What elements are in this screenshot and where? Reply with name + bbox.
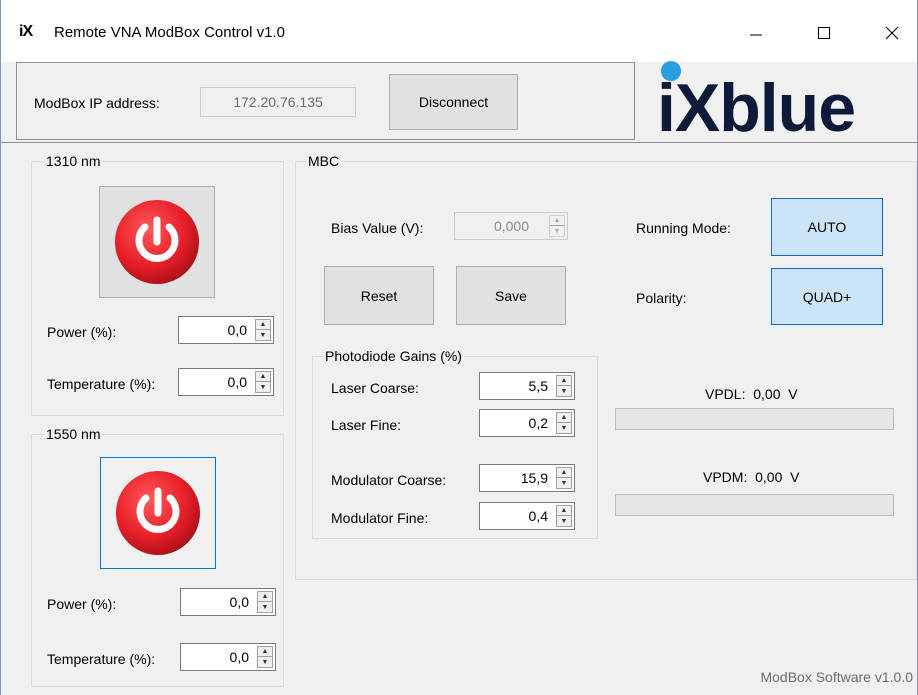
vpdl-label: VPDL: <box>705 386 746 402</box>
spin-buttons: ▲ ▼ <box>255 371 271 393</box>
spin-down-icon[interactable]: ▼ <box>557 423 571 433</box>
vpdl-progress-bar <box>615 408 894 430</box>
laser-coarse-input[interactable]: 5,5 ▲ ▼ <box>479 372 575 400</box>
laser-1550-power-button[interactable] <box>100 457 216 569</box>
modulator-fine-label: Modulator Fine: <box>331 510 429 526</box>
spin-up-icon[interactable]: ▲ <box>258 647 272 657</box>
modulator-fine-input[interactable]: 0,4 ▲ ▼ <box>479 502 575 530</box>
laser-fine-input[interactable]: 0,2 ▲ ▼ <box>479 409 575 437</box>
spin-buttons: ▲ ▼ <box>257 591 273 613</box>
running-mode-button[interactable]: AUTO <box>771 198 883 256</box>
vpdl-unit: V <box>788 386 798 402</box>
bias-value-input[interactable]: 0,000 ▲ ▼ <box>454 212 568 240</box>
laser-1550-power-input[interactable]: 0,0 ▲ ▼ <box>180 588 276 616</box>
spin-buttons: ▲ ▼ <box>556 412 572 434</box>
close-button[interactable] <box>869 14 915 52</box>
vpdm-label: VPDM: <box>703 469 748 485</box>
modulator-coarse-input[interactable]: 15,9 ▲ ▼ <box>479 464 575 492</box>
running-mode-label: Running Mode: <box>636 220 731 236</box>
spin-down-icon[interactable]: ▼ <box>258 602 272 612</box>
vpdm-unit: V <box>790 469 800 485</box>
spin-buttons: ▲ ▼ <box>549 215 565 237</box>
laser-1550-title: 1550 nm <box>44 426 103 442</box>
laser-fine-value: 0,2 <box>528 415 548 431</box>
spin-up-icon[interactable]: ▲ <box>557 468 571 478</box>
laser-1550-power-value: 0,0 <box>229 594 249 610</box>
maximize-icon <box>818 27 830 39</box>
laser-1550-power-label: Power (%): <box>47 596 117 612</box>
modulator-coarse-label: Modulator Coarse: <box>331 472 447 488</box>
ip-address-label: ModBox IP address: <box>34 95 160 111</box>
laser-1310-temperature-input[interactable]: 0,0 ▲ ▼ <box>178 368 274 396</box>
spin-up-icon[interactable]: ▲ <box>550 216 564 226</box>
photodiode-gains-title: Photodiode Gains (%) <box>323 348 464 364</box>
modulator-coarse-value: 15,9 <box>520 470 548 486</box>
vpdm-readout: VPDM: 0,00 V <box>703 468 800 486</box>
spin-up-icon[interactable]: ▲ <box>557 413 571 423</box>
laser-1310-power-button[interactable] <box>99 186 215 298</box>
spin-up-icon[interactable]: ▲ <box>557 376 571 386</box>
reset-button[interactable]: Reset <box>324 266 434 325</box>
ixblue-logo: iXblue <box>657 58 918 146</box>
polarity-button[interactable]: QUAD+ <box>771 268 883 325</box>
spin-buttons: ▲ ▼ <box>255 319 271 341</box>
connection-panel: ModBox IP address: 172.20.76.135 Disconn… <box>16 62 635 140</box>
laser-1550-temperature-input[interactable]: 0,0 ▲ ▼ <box>180 643 276 671</box>
power-icon <box>115 200 199 284</box>
save-button[interactable]: Save <box>456 266 566 325</box>
software-version: ModBox Software v1.0.0 <box>760 669 913 685</box>
vpdl-value: 0,00 <box>753 386 781 402</box>
laser-1310-temperature-label: Temperature (%): <box>47 376 156 392</box>
spin-down-icon[interactable]: ▼ <box>256 382 270 392</box>
spin-up-icon[interactable]: ▲ <box>256 320 270 330</box>
spin-buttons: ▲ ▼ <box>556 505 572 527</box>
title-bar: iX Remote VNA ModBox Control v1.0 <box>1 0 917 62</box>
spin-down-icon[interactable]: ▼ <box>258 657 272 667</box>
close-icon <box>885 26 899 40</box>
minimize-icon <box>750 34 762 36</box>
maximize-button[interactable] <box>801 14 847 52</box>
laser-1550-temperature-label: Temperature (%): <box>47 651 156 667</box>
power-icon <box>116 471 200 555</box>
laser-coarse-label: Laser Coarse: <box>331 380 419 396</box>
spin-down-icon[interactable]: ▼ <box>256 330 270 340</box>
app-icon: iX <box>19 23 33 40</box>
spin-buttons: ▲ ▼ <box>556 467 572 489</box>
svg-text:iXblue: iXblue <box>657 70 855 138</box>
laser-1550-temperature-value: 0,0 <box>229 649 249 665</box>
vpdm-value: 0,00 <box>755 469 783 485</box>
vpdl-readout: VPDL: 0,00 V <box>705 385 798 403</box>
laser-1310-temperature-value: 0,0 <box>227 374 247 390</box>
mbc-title: MBC <box>306 153 342 169</box>
laser-1310-power-label: Power (%): <box>47 324 117 340</box>
spin-buttons: ▲ ▼ <box>257 646 273 668</box>
spin-down-icon[interactable]: ▼ <box>557 386 571 396</box>
spin-down-icon[interactable]: ▼ <box>557 516 571 526</box>
polarity-label: Polarity: <box>636 290 687 306</box>
spin-up-icon[interactable]: ▲ <box>557 506 571 516</box>
bias-value-label: Bias Value (V): <box>331 220 424 236</box>
laser-1310-title: 1310 nm <box>44 153 103 169</box>
bias-value: 0,000 <box>493 218 529 234</box>
spin-down-icon[interactable]: ▼ <box>557 478 571 488</box>
window-title: Remote VNA ModBox Control v1.0 <box>54 24 285 41</box>
laser-1310-power-value: 0,0 <box>227 322 247 338</box>
laser-coarse-value: 5,5 <box>528 378 548 394</box>
spin-down-icon[interactable]: ▼ <box>550 226 564 236</box>
ip-address-field[interactable]: 172.20.76.135 <box>200 87 356 117</box>
main-window: iX Remote VNA ModBox Control v1.0 ModBox… <box>0 0 918 695</box>
disconnect-button[interactable]: Disconnect <box>389 74 518 130</box>
vpdm-progress-bar <box>615 494 894 516</box>
modulator-fine-value: 0,4 <box>528 508 548 524</box>
minimize-button[interactable] <box>733 14 779 52</box>
laser-1310-power-input[interactable]: 0,0 ▲ ▼ <box>178 316 274 344</box>
spin-up-icon[interactable]: ▲ <box>256 372 270 382</box>
laser-fine-label: Laser Fine: <box>331 417 402 433</box>
spin-buttons: ▲ ▼ <box>556 375 572 397</box>
spin-up-icon[interactable]: ▲ <box>258 592 272 602</box>
